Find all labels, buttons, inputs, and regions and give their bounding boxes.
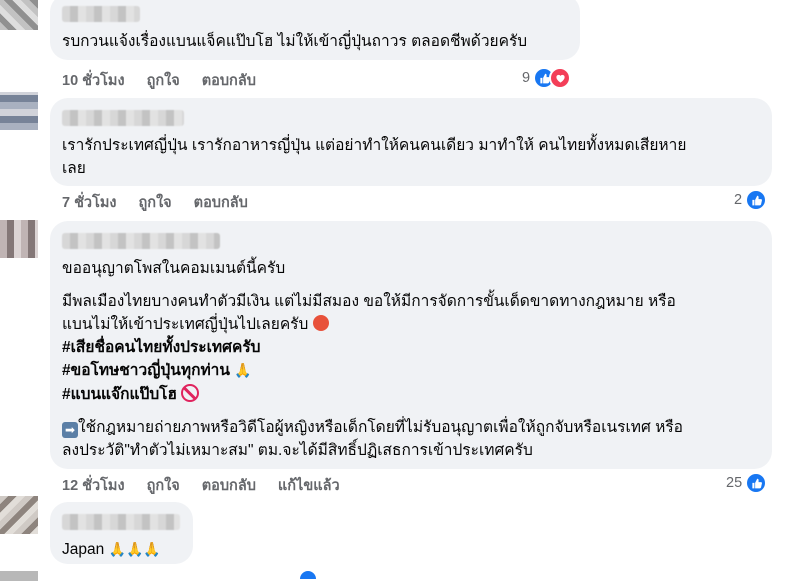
reaction-summary[interactable]: 9 [522,67,572,89]
edited-label[interactable]: แก้ไขแล้ว [278,474,340,497]
hashtag-text[interactable]: #ขอโทษชาวญี่ปุ่นทุกท่าน [62,362,230,379]
angry-face-icon [312,315,329,331]
comment-paragraph-2: ➡ ใช้กฎหมายถ่ายภาพหรือวิดีโอผู้หญิงหรือเด… [62,416,760,462]
like-icon [745,472,768,494]
comment-text-line: ลงประวัติ"ทำตัวไม่เหมาะสม" ตม.จะได้มีสิท… [62,442,533,459]
hashtag-text[interactable]: #แบนแจ๊กแป๊บโฮ [62,386,177,403]
comment-bubble: รบกวนแจ้งเรื่องแบนแจ็คแป๊บโฮ ไม่ให้เข้าญ… [50,0,580,60]
reaction-count: 25 [726,475,743,491]
like-link[interactable]: ถูกใจ [147,69,180,92]
reply-link[interactable]: ตอบกลับ [202,69,256,92]
comment-paragraph-1: มีพลเมืองไทยบางคนทำตัวมีเงิน แต่ไม่มีสมอ… [62,290,760,336]
love-icon [549,67,572,89]
comment-text-fragment: Japan [62,541,105,558]
reply-link[interactable]: ตอบกลับ [202,474,256,497]
comment-bubble: Japan 🙏🙏🙏 [50,502,193,564]
comment-text-fragment: ใช้กฎหมายถ่ายภาพหรือวิดีโอผู้หญิงหรือเด็… [78,419,683,436]
commenter-name-blurred[interactable] [62,110,184,126]
like-link[interactable]: ถูกใจ [139,191,172,214]
hashtag-2[interactable]: #ขอโทษชาวญี่ปุ่นทุกท่าน 🙏 [62,359,760,383]
reaction-count: 9 [522,70,531,86]
reaction-count: 2 [734,192,743,208]
right-arrow-icon: ➡ [62,422,78,438]
commenter-name-blurred[interactable] [62,233,220,249]
commenter-name-blurred[interactable] [62,514,180,530]
like-icon [745,189,768,211]
avatar[interactable] [0,220,38,258]
reaction-summary[interactable]: 2 [734,189,768,211]
hashtag-3[interactable]: #แบนแจ๊กแป๊บโฮ [62,383,760,406]
commenter-name-blurred[interactable] [62,6,140,22]
comment-bubble: ขออนุญาตโพสในคอมเมนต์นี้ครับ มีพลเมืองไท… [50,221,772,469]
comment-text: Japan 🙏🙏🙏 [62,538,181,562]
like-link[interactable]: ถูกใจ [147,474,180,497]
timestamp[interactable]: 12 ชั่วโมง [62,474,125,497]
avatar[interactable] [0,0,38,30]
comment-text-line: แบนไม่ให้เข้าประเทศญี่ปุ่นไปเลยครับ [62,313,760,336]
comment-bubble: เรารักประเทศญี่ปุ่น เรารักอาหารญี่ปุ่น แ… [50,98,772,186]
comment-actions: 10 ชั่วโมง ถูกใจ ตอบกลับ [62,69,256,92]
timestamp[interactable]: 10 ชั่วโมง [62,69,125,92]
pray-icon: 🙏🙏🙏 [108,542,161,558]
avatar[interactable] [0,92,38,130]
pray-icon: 🙏 [234,363,252,379]
hashtag-text[interactable]: #เสียชื่อคนไทยทั้งประเทศครับ [62,339,261,356]
reply-link[interactable]: ตอบกลับ [194,191,248,214]
hashtag-1[interactable]: #เสียชื่อคนไทยทั้งประเทศครับ [62,336,760,359]
comment-text-line-2: เลย [62,160,86,177]
comment-text-line: ➡ ใช้กฎหมายถ่ายภาพหรือวิดีโอผู้หญิงหรือเด… [62,416,760,439]
comment-text-line: มีพลเมืองไทยบางคนทำตัวมีเงิน แต่ไม่มีสมอ… [62,293,676,310]
comment-actions: 12 ชั่วโมง ถูกใจ ตอบกลับ แก้ไขแล้ว [62,474,340,497]
prohibited-icon [181,384,200,402]
timestamp[interactable]: 7 ชั่วโมง [62,191,117,214]
comment-text: รบกวนแจ้งเรื่องแบนแจ็คแป๊บโฮ ไม่ให้เข้าญ… [62,33,528,50]
comment-text-line-1: เรารักประเทศญี่ปุ่น เรารักอาหารญี่ปุ่น แ… [62,137,687,154]
reaction-summary[interactable]: 25 [726,472,768,494]
next-comment-reaction-partial [300,571,316,579]
comment-text-fragment: แบนไม่ให้เข้าประเทศญี่ปุ่นไปเลยครับ [62,316,309,333]
comment-actions: 7 ชั่วโมง ถูกใจ ตอบกลับ [62,191,248,214]
comment-permission-line: ขออนุญาตโพสในคอมเมนต์นี้ครับ [62,260,286,277]
avatar[interactable] [0,496,38,534]
next-comment-avatar-partial[interactable] [0,571,38,581]
